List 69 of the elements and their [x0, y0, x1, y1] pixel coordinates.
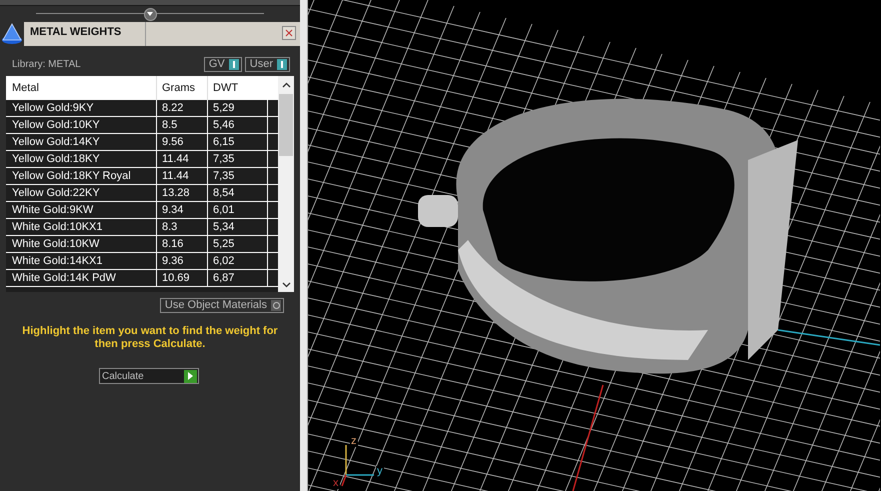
dwt-cell: 5,34 — [207, 219, 267, 235]
calculate-button[interactable]: Calculate — [99, 368, 199, 384]
toggle-button[interactable]: Use Object Materials — [160, 298, 284, 313]
grams-cell: 9.34 — [156, 202, 207, 218]
scroll-down-icon[interactable] — [282, 282, 290, 288]
dwt-cell: 6,15 — [207, 134, 267, 150]
metal-cell-text: White Gold:14K PdW — [11, 270, 117, 286]
grams-cell: 8.22 — [156, 100, 207, 116]
column-header[interactable]: DWT — [207, 76, 267, 100]
column-header[interactable]: Metal — [6, 80, 156, 96]
dwt-cell: 7,35 — [207, 168, 267, 184]
dwt-cell: 6,87 — [207, 270, 267, 286]
toggle-button[interactable]: User — [244, 56, 290, 72]
table-row[interactable]: Yellow Gold:9KY 8.22 5,29 — [6, 100, 278, 117]
close-icon — [285, 29, 293, 37]
table-row[interactable]: Yellow Gold:14KY 9.56 6,15 — [6, 134, 278, 151]
axis-label: x — [332, 478, 340, 489]
dwt-cell: 5,25 — [207, 236, 267, 252]
table-row[interactable]: Yellow Gold:18KY Royal 11.44 7,35 — [6, 168, 278, 185]
scrollbar[interactable] — [278, 76, 294, 292]
metal-cell-text: Yellow Gold:9KY — [11, 100, 95, 116]
table-row[interactable]: White Gold:10KX1 8.3 5,34 — [6, 219, 278, 236]
axis-label: y — [376, 466, 384, 477]
metal-cell-text: White Gold:10KX1 — [11, 220, 104, 235]
grams-cell: 13.28 — [156, 185, 207, 201]
table-row[interactable]: Yellow Gold:10KY 8.5 5,46 — [6, 117, 278, 134]
table-row[interactable]: Yellow Gold:22KY 13.28 8,54 — [6, 185, 278, 202]
grams-cell: 9.36 — [156, 253, 207, 269]
grams-cell: 8.5 — [156, 117, 207, 133]
metal-cell-text: White Gold:10KW — [11, 236, 100, 252]
grams-cell: 8.16 — [156, 236, 207, 252]
grams-cell: 9.56 — [156, 134, 207, 150]
panel-title: METAL WEIGHTS — [24, 22, 146, 46]
library-label: Library: METAL — [12, 58, 81, 72]
dwt-cell: 6,01 — [207, 202, 267, 218]
scroll-up-icon[interactable] — [282, 82, 290, 88]
play-icon — [184, 370, 197, 382]
toggle-indicator-icon — [277, 58, 287, 70]
column-header[interactable]: Grams — [156, 76, 207, 100]
metal-cell-text: White Gold:9KW — [11, 202, 94, 218]
dwt-cell: 8,54 — [207, 185, 267, 201]
dwt-cell: 5,46 — [207, 117, 267, 133]
metal-cell-text: Yellow Gold:18KY — [11, 152, 101, 167]
toggle-button[interactable]: GV — [204, 56, 242, 72]
toggle-indicator-icon — [228, 58, 239, 70]
grams-cell: 11.44 — [156, 151, 207, 167]
toggle-indicator-icon — [271, 300, 281, 311]
dwt-cell: 5,29 — [207, 100, 267, 116]
grams-cell: 8.3 — [156, 219, 207, 235]
close-button[interactable] — [282, 26, 296, 40]
table-row[interactable]: White Gold:10KW 8.16 5,25 — [6, 236, 278, 253]
table-row[interactable]: White Gold:14K PdW 10.69 6,87 — [6, 270, 278, 287]
dwt-cell: 7,35 — [207, 151, 267, 167]
axis-gizmo-drawing — [341, 445, 374, 486]
table-row[interactable]: White Gold:14KX1 9.36 6,02 — [6, 253, 278, 270]
instruction-text: Highlight the item you want to find the weight for then press Calculate. — [21, 325, 279, 351]
metal-cell-text: Yellow Gold:14KY — [11, 134, 101, 150]
metal-cell-text: Yellow Gold:10KY — [11, 118, 101, 133]
grams-cell: 10.69 — [156, 270, 207, 286]
metal-cell-text: Yellow Gold:22KY — [11, 186, 101, 201]
grams-cell: 11.44 — [156, 168, 207, 184]
scrollbar-thumb[interactable] — [279, 94, 293, 156]
table-row[interactable]: Yellow Gold:18KY 11.44 7,35 — [6, 151, 278, 168]
metal-cell-text: Yellow Gold:18KY Royal — [11, 168, 132, 184]
metal-cell-text: White Gold:14KX1 — [11, 254, 104, 269]
table-row[interactable]: White Gold:9KW 9.34 6,01 — [6, 202, 278, 219]
dwt-cell: 6,02 — [207, 253, 267, 269]
axis-label: z — [350, 436, 358, 447]
collapse-knob-icon[interactable] — [144, 8, 156, 20]
